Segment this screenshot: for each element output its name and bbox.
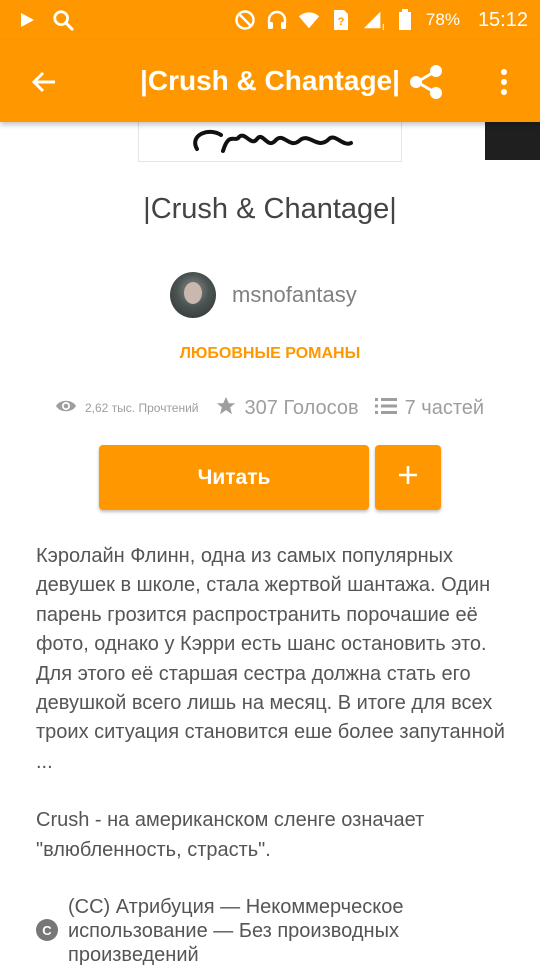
svg-text:?: ? <box>338 16 345 28</box>
svg-text:E: E <box>382 23 384 31</box>
add-to-library-button[interactable] <box>375 445 441 510</box>
more-vert-icon[interactable] <box>486 62 522 102</box>
star-icon <box>215 395 237 422</box>
license-info: C (CC) Атрибуция — Некоммерческое исполь… <box>36 895 448 967</box>
status-bar: ? E 78% 15:12 <box>0 0 540 40</box>
read-button[interactable]: Читать <box>99 445 369 510</box>
parts-count: 7 частей <box>404 396 485 419</box>
author-link[interactable]: msnofantasy <box>170 272 357 318</box>
headphones-icon <box>266 9 288 31</box>
read-button-label: Читать <box>197 465 271 489</box>
battery-icon <box>394 9 416 31</box>
battery-level: 78% <box>425 10 460 29</box>
search-icon <box>52 9 74 31</box>
reads-stat: 2,62 тыс. Прочтений <box>55 398 199 419</box>
plus-icon <box>397 464 419 491</box>
votes-stat: 307 Голосов <box>215 395 359 422</box>
signal-icon: E <box>362 9 384 31</box>
app-bar-title: |Crush & Chantage| <box>140 65 400 96</box>
description-paragraph: Кэролайн Флинн, одна из самых популярных… <box>36 545 505 773</box>
story-title: |Crush & Chantage| <box>143 193 397 225</box>
description-paragraph: Crush - на американском сленге означает … <box>36 809 425 861</box>
share-icon[interactable] <box>404 60 448 104</box>
license-text: (CC) Атрибуция — Некоммерческое использо… <box>68 896 404 966</box>
avatar[interactable] <box>170 272 216 318</box>
play-icon <box>16 9 38 31</box>
parts-stat: 7 частей <box>374 396 485 420</box>
votes-count: 307 Голосов <box>244 396 359 419</box>
wifi-icon <box>298 9 320 31</box>
eye-icon <box>55 398 77 419</box>
reads-count: 2,62 тыс. Прочтений <box>85 401 199 415</box>
story-stats: 2,62 тыс. Прочтений 307 Голосов 7 частей <box>55 395 484 421</box>
app-bar: |Crush & Chantage| <box>0 40 540 122</box>
do-not-disturb-icon <box>234 9 256 31</box>
clock: 15:12 <box>477 8 528 31</box>
copyright-icon: C <box>36 919 58 941</box>
sim-icon: ? <box>330 9 352 31</box>
story-description: Кэролайн Флинн, одна из самых популярных… <box>36 542 516 865</box>
list-icon <box>374 397 397 420</box>
next-cover-thumbnail[interactable] <box>485 120 540 160</box>
category-link[interactable]: ЛЮБОВНЫЕ РОМАНЫ <box>0 345 540 363</box>
author-name[interactable]: msnofantasy <box>232 282 357 308</box>
